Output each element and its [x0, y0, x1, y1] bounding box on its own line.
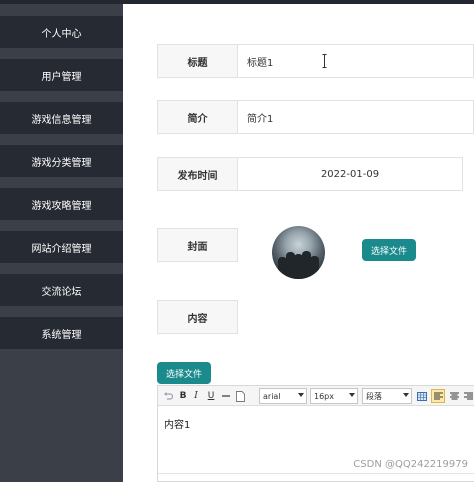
content-upload-button[interactable]: 选择文件 — [157, 362, 211, 384]
font-size-select[interactable]: 16px — [310, 388, 358, 404]
editor-toolbar: B I U arial 16px 段落 — [158, 386, 474, 406]
publish-time-label: 发布时间 — [157, 157, 238, 191]
chevron-down-icon — [403, 393, 409, 397]
table-icon[interactable] — [416, 389, 428, 403]
chevron-down-icon — [298, 393, 304, 397]
sidebar-item-personal-center[interactable]: 个人中心 — [0, 16, 123, 48]
text-cursor-icon — [322, 54, 327, 68]
cover-image — [272, 226, 325, 279]
sidebar: 个人中心 用户管理 游戏信息管理 游戏分类管理 游戏攻略管理 网站介绍管理 交流… — [0, 4, 123, 482]
sidebar-item-user-management[interactable]: 用户管理 — [0, 59, 123, 91]
intro-label: 简介 — [157, 100, 238, 134]
content-label: 内容 — [157, 300, 238, 334]
sidebar-item-label: 游戏分类管理 — [31, 157, 92, 169]
underline-button[interactable]: U — [205, 389, 217, 403]
title-input[interactable]: 标题1 — [238, 44, 474, 78]
sidebar-item-label: 系统管理 — [41, 329, 82, 341]
intro-input[interactable]: 简介1 — [238, 100, 474, 134]
sidebar-item-label: 个人中心 — [41, 28, 82, 40]
sidebar-item-label: 网站介绍管理 — [31, 243, 92, 255]
title-label: 标题 — [157, 44, 238, 78]
sidebar-item-game-guide-management[interactable]: 游戏攻略管理 — [0, 188, 123, 220]
cover-upload-button[interactable]: 选择文件 — [362, 239, 416, 261]
sidebar-item-forum[interactable]: 交流论坛 — [0, 274, 123, 306]
undo-icon[interactable] — [162, 389, 174, 403]
sidebar-item-game-info-management[interactable]: 游戏信息管理 — [0, 102, 123, 134]
paragraph-select[interactable]: 段落 — [362, 388, 412, 404]
font-family-value: arial — [263, 391, 281, 401]
sidebar-item-label: 交流论坛 — [41, 286, 82, 298]
sidebar-item-label: 游戏攻略管理 — [31, 200, 92, 212]
cover-label: 封面 — [157, 228, 238, 262]
watermark: CSDN @QQ242219979 — [353, 459, 468, 470]
sidebar-item-label: 游戏信息管理 — [31, 114, 92, 126]
chevron-down-icon — [349, 393, 355, 397]
sidebar-item-site-intro-management[interactable]: 网站介绍管理 — [0, 231, 123, 263]
editor-content[interactable]: 内容1 — [164, 416, 190, 431]
sidebar-item-game-category-management[interactable]: 游戏分类管理 — [0, 145, 123, 177]
editor-status-bar — [158, 473, 474, 481]
align-right-icon[interactable] — [462, 389, 474, 403]
sidebar-item-system-management[interactable]: 系统管理 — [0, 317, 123, 349]
align-left-icon[interactable] — [431, 389, 445, 403]
document-icon[interactable] — [234, 389, 246, 403]
sidebar-item-label: 用户管理 — [41, 71, 82, 83]
font-size-value: 16px — [314, 391, 334, 401]
publish-time-input[interactable]: 2022-01-09 — [238, 157, 463, 191]
align-center-icon[interactable] — [448, 389, 460, 403]
italic-button[interactable]: I — [190, 389, 202, 403]
bold-button[interactable]: B — [177, 389, 189, 403]
paragraph-value: 段落 — [366, 391, 382, 401]
horizontal-line-icon[interactable] — [220, 389, 232, 403]
font-family-select[interactable]: arial — [259, 388, 307, 404]
